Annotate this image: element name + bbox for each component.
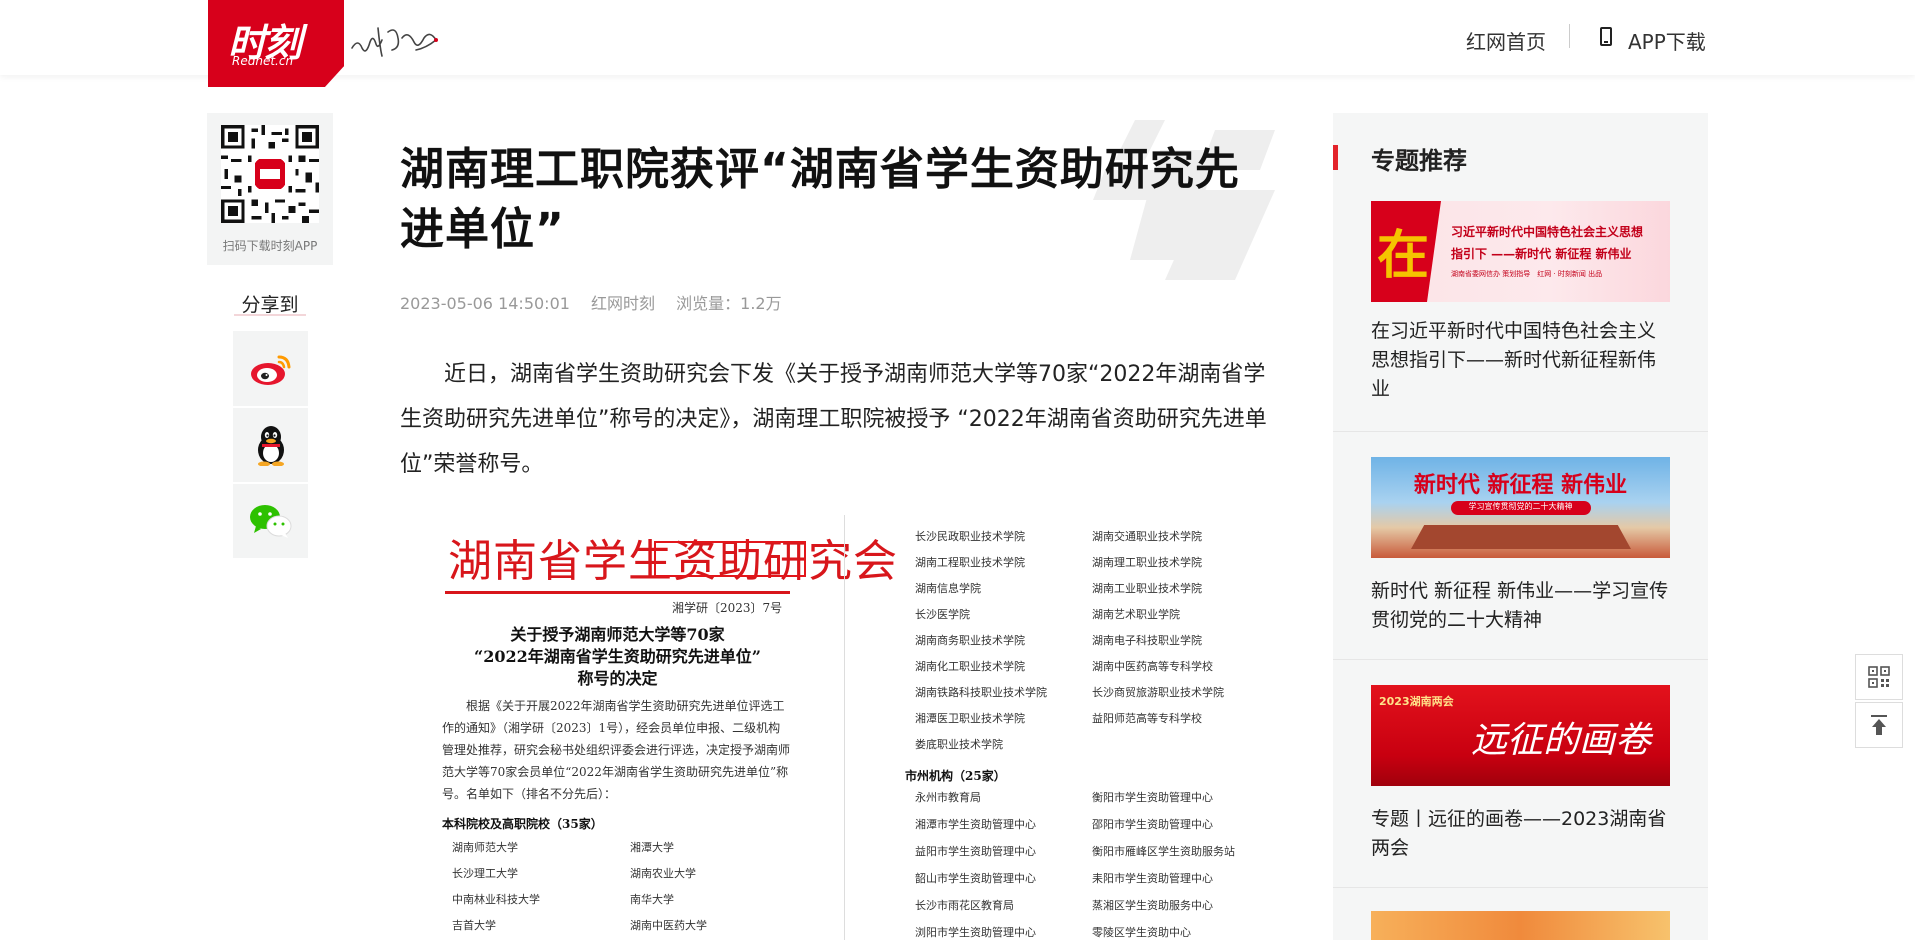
list-item: 零陵区学生资助中心 <box>1092 926 1191 939</box>
nav-app-download-link[interactable]: APP下载 <box>1628 26 1706 55</box>
topic-banner-partial[interactable] <box>1371 911 1670 940</box>
qr-code-icon <box>1868 666 1890 688</box>
list-item: 湖南化工职业技术学院 <box>915 660 1025 673</box>
list-item: 长沙医学院 <box>915 608 970 621</box>
topic-link-two-sessions[interactable]: 专题丨远征的画卷——2023湖南省两会 <box>1371 805 1671 863</box>
list-item: 邵阳市学生资助管理中心 <box>1092 818 1213 831</box>
list-item: 长沙理工大学 <box>452 867 518 880</box>
article-title: 湖南理工职院获评“湖南省学生资助研究先进单位” <box>400 144 1240 255</box>
share-qq-button[interactable] <box>233 407 308 482</box>
list-item: 衡阳市学生资助管理中心 <box>1092 791 1213 804</box>
document-heading-1: 关于授予湖南师范大学等70家 <box>510 625 725 644</box>
share-weibo-button[interactable] <box>233 331 308 406</box>
document-column-divider <box>844 515 845 940</box>
back-to-top-button[interactable] <box>1855 702 1903 748</box>
list-item: 湘潭市学生资助管理中心 <box>915 818 1036 831</box>
share-wechat-button[interactable] <box>233 483 308 558</box>
list-item: 益阳师范高等专科学校 <box>1092 712 1202 725</box>
topic-banner-new-era[interactable]: 新时代 新征程 新伟业 学习宣传贯彻党的二十大精神 <box>1371 457 1670 558</box>
banner-line-1: 2023湖南两会 <box>1379 695 1454 708</box>
list-item: 长沙市雨花区教育局 <box>915 899 1014 912</box>
list-item: 长沙商贸旅游职业技术学院 <box>1092 686 1224 699</box>
topic-banner-two-sessions[interactable]: 2023湖南两会 远征的画卷 <box>1371 685 1670 786</box>
article-source[interactable]: 红网时刻 <box>591 294 655 313</box>
logo-subtext: Rednet.cn <box>232 54 294 68</box>
calligraphy-signature-icon <box>351 27 438 57</box>
wechat-icon <box>249 505 291 538</box>
article-body: 近日，湖南省学生资助研究会下发《关于授予湖南师范大学等70家“2022年湖南省学… <box>400 362 1267 477</box>
list-item: 湘潭大学 <box>630 841 674 854</box>
nav-home-link[interactable]: 红网首页 <box>1466 26 1546 55</box>
document-heading-3: 称号的决定 <box>577 669 658 688</box>
document-section-cities: 市州机构（25家） <box>905 769 1006 783</box>
sidebar-divider <box>1333 659 1708 660</box>
back-to-top-icon <box>1871 715 1887 735</box>
banner-line-1: 习近平新时代中国特色社会主义思想 <box>1451 225 1644 239</box>
list-item: 湘潭医卫职业技术学院 <box>915 712 1025 725</box>
list-item: 湖南工程职业技术学院 <box>915 556 1025 569</box>
list-item: 益阳市学生资助管理中心 <box>915 845 1036 858</box>
topic-banner-xi-thought[interactable]: 在 习近平新时代中国特色社会主义思想 指引下 ——新时代 新征程 新伟业 湖南省… <box>1371 201 1670 302</box>
share-heading: 分享到 <box>241 294 299 316</box>
banner-line-2: 学习宣传贯彻党的二十大精神 <box>1468 502 1573 511</box>
topic-link-xi-thought[interactable]: 在习近平新时代中国特色社会主义思想指引下——新时代新征程新伟业 <box>1371 317 1671 404</box>
banner-line-1: 新时代 新征程 新伟业 <box>1413 472 1628 498</box>
list-item: 娄底职业技术学院 <box>915 738 1003 751</box>
document-highlight-box <box>654 541 806 577</box>
list-item: 湖南铁路科技职业技术学院 <box>915 686 1047 699</box>
document-red-rule <box>445 591 790 594</box>
article-meta: 2023-05-06 14:50:01 红网时刻 浏览量：1.2万 <box>400 290 798 314</box>
list-item: 湖南电子科技职业学院 <box>1092 634 1202 647</box>
list-item: 长沙民政职业技术学院 <box>915 530 1025 543</box>
sidebar-divider <box>1333 887 1708 888</box>
list-item: 韶山市学生资助管理中心 <box>915 872 1036 885</box>
qq-penguin-icon <box>257 426 284 466</box>
list-item: 湖南师范大学 <box>452 841 518 854</box>
banner-line-3: 湖南省委网信办 策划指导 红网 · 时刻新闻 出品 <box>1451 270 1603 278</box>
list-item: 吉首大学 <box>452 919 496 932</box>
list-item: 浏阳市学生资助管理中心 <box>915 926 1036 939</box>
document-number: 湘学研〔2023〕7号 <box>672 601 783 615</box>
qr-caption: 扫码下载时刻APP <box>222 239 318 253</box>
list-item: 南华大学 <box>630 893 674 906</box>
list-item: 衡阳市雁峰区学生资助服务站 <box>1092 845 1235 858</box>
list-item: 湖南理工职业技术学院 <box>1092 556 1202 569</box>
list-item: 中南林业科技大学 <box>452 893 540 906</box>
float-qr-button[interactable] <box>1855 654 1903 700</box>
banner-building <box>1411 525 1631 549</box>
list-item: 湖南商务职业技术学院 <box>915 634 1025 647</box>
app-qr-panel: 扫码下载时刻APP <box>207 113 333 265</box>
list-item: 耒阳市学生资助管理中心 <box>1092 872 1213 885</box>
banner-big-char: 在 <box>1377 225 1430 286</box>
view-count: 浏览量：1.2万 <box>676 294 782 313</box>
document-paragraph: 根据《关于开展2022年湖南省学生资助研究先进单位评选工作的通知》（湘学研〔20… <box>442 699 791 801</box>
topic-recommend-sidebar: 专题推荐 在 习近平新时代中国特色社会主义思想 指引下 ——新时代 新征程 新伟… <box>1333 113 1708 940</box>
publish-date: 2023-05-06 14:50:01 <box>400 294 570 313</box>
list-item: 湖南艺术职业学院 <box>1092 608 1180 621</box>
site-header: 时刻 Rednet.cn 红网首页 APP下载 <box>0 0 1915 87</box>
site-logo[interactable]: 时刻 Rednet.cn <box>208 0 344 87</box>
sidebar-title: 专题推荐 <box>1371 146 1467 175</box>
topic-link-new-era[interactable]: 新时代 新征程 新伟业——学习宣传贯彻党的二十大精神 <box>1371 577 1671 635</box>
list-item: 湖南中医药大学 <box>630 919 707 932</box>
sidebar-accent-bar <box>1333 145 1338 170</box>
document-section-universities: 本科院校及高职院校（35家） <box>442 817 603 831</box>
document-image: 湖南省学生资助研究会 湘学研〔2023〕7号 关于授予湖南师范大学等70家 “2… <box>420 505 1260 940</box>
banner-line-2: 远征的画卷 <box>1471 720 1652 761</box>
list-item: 湖南农业大学 <box>630 867 696 880</box>
nav-divider <box>1569 24 1570 48</box>
sidebar-divider <box>1333 431 1708 432</box>
mobile-phone-icon[interactable] <box>1600 27 1612 46</box>
list-item: 湖南信息学院 <box>915 582 981 595</box>
list-item: 蒸湘区学生资助服务中心 <box>1092 899 1213 912</box>
weibo-icon <box>250 355 290 385</box>
share-heading-underline <box>234 314 306 316</box>
qr-code-icon <box>221 125 319 223</box>
list-item: 湖南工业职业技术学院 <box>1092 582 1202 595</box>
banner-line-2: 指引下 ——新时代 新征程 新伟业 <box>1451 247 1632 261</box>
list-item: 湖南中医药高等专科学校 <box>1092 660 1213 673</box>
document-heading-2: “2022年湖南省学生资助研究先进单位” <box>474 647 761 666</box>
list-item: 湖南交通职业技术学院 <box>1092 530 1202 543</box>
list-item: 永州市教育局 <box>915 791 981 804</box>
